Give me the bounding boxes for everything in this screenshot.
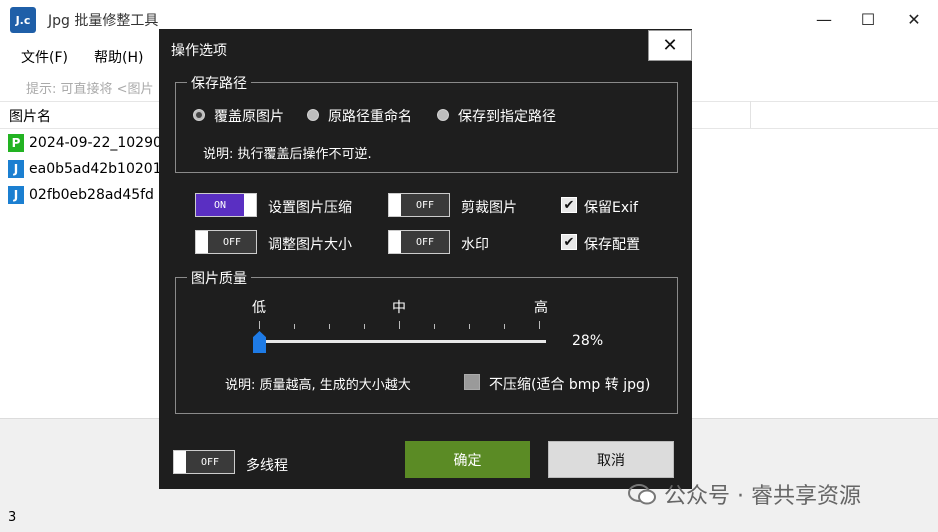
window-title: Jpg 批量修整工具 — [48, 13, 159, 29]
image-file-icon: P — [8, 134, 24, 152]
toggle-state: OFF — [415, 199, 435, 211]
file-row[interactable]: P 2024-09-22_10290 — [8, 132, 162, 154]
file-name: 02fb0eb28ad45fd — [29, 187, 154, 203]
radio-custom-path[interactable] — [437, 109, 449, 121]
quality-slider-track[interactable] — [262, 340, 546, 343]
image-file-icon: J — [8, 186, 24, 204]
save-config-label[interactable]: 保存配置 — [584, 234, 640, 254]
file-name: ea0b5ad42b10201 — [29, 161, 162, 177]
wechat-icon — [628, 484, 656, 505]
keep-exif-label[interactable]: 保留Exif — [584, 197, 638, 217]
maximize-button[interactable]: ☐ — [846, 4, 890, 34]
status-file-count: 3 — [8, 510, 17, 525]
toggle-knob — [174, 451, 186, 473]
radio-rename[interactable] — [307, 109, 319, 121]
menu-help[interactable]: 帮助(H) — [94, 47, 143, 67]
toggle-knob — [389, 194, 401, 216]
quality-mid-label: 中 — [392, 300, 406, 316]
file-row[interactable]: J 02fb0eb28ad45fd — [8, 184, 154, 206]
no-compress-checkbox[interactable] — [464, 374, 480, 390]
ok-button[interactable]: 确定 — [405, 441, 530, 478]
file-name: 2024-09-22_10290 — [29, 135, 162, 151]
toggle-knob — [389, 231, 401, 253]
slider-tick — [399, 321, 400, 329]
toggle-state: OFF — [200, 456, 220, 468]
watermark-overlay: 公众号 · 睿共享资源 — [628, 478, 861, 510]
save-path-group-label: 保存路径 — [187, 73, 251, 93]
watermark-toggle[interactable]: OFF — [388, 230, 450, 254]
hint-text: 提示: 可直接将 <图片 — [26, 82, 154, 97]
multithread-toggle[interactable]: OFF — [173, 450, 235, 474]
column-header-name[interactable]: 图片名 — [9, 106, 51, 126]
quality-note: 说明: 质量越高, 生成的大小越大 — [225, 378, 411, 393]
resize-label: 调整图片大小 — [268, 237, 352, 253]
slider-tick — [539, 321, 540, 329]
no-compress-label[interactable]: 不压缩(适合 bmp 转 jpg) — [489, 374, 650, 394]
toggle-state: OFF — [415, 236, 435, 248]
app-logo-icon: J.c — [10, 7, 36, 33]
multithread-label: 多线程 — [246, 458, 288, 474]
watermark-text: 公众号 · 睿共享资源 — [664, 484, 861, 509]
file-row[interactable]: J ea0b5ad42b10201 — [8, 158, 162, 180]
compress-toggle[interactable]: ON — [195, 193, 257, 217]
save-config-checkbox[interactable]: ✔ — [561, 234, 577, 250]
slider-tick — [294, 324, 295, 329]
cancel-button[interactable]: 取消 — [548, 441, 674, 478]
slider-tick — [434, 324, 435, 329]
keep-exif-checkbox[interactable]: ✔ — [561, 197, 577, 213]
check-icon: ✔ — [563, 234, 575, 250]
compress-label: 设置图片压缩 — [268, 200, 352, 216]
quality-low-label: 低 — [252, 300, 266, 316]
quality-group-label: 图片质量 — [187, 268, 251, 288]
minimize-button[interactable]: — — [802, 4, 846, 34]
slider-tick — [364, 324, 365, 329]
quality-high-label: 高 — [534, 300, 548, 316]
watermark-label: 水印 — [461, 237, 489, 253]
radio-rename-label[interactable]: 原路径重命名 — [328, 106, 412, 126]
slider-tick — [259, 321, 260, 329]
slider-tick — [329, 324, 330, 329]
check-icon: ✔ — [563, 197, 575, 213]
save-path-note: 说明: 执行覆盖后操作不可逆. — [203, 147, 372, 162]
slider-tick — [504, 324, 505, 329]
column-divider[interactable] — [750, 101, 751, 128]
slider-tick — [469, 324, 470, 329]
toggle-knob — [244, 194, 256, 216]
quality-value: 28% — [572, 333, 604, 349]
menu-file[interactable]: 文件(F) — [21, 47, 68, 67]
close-button[interactable]: ✕ — [892, 4, 936, 34]
crop-label: 剪裁图片 — [461, 200, 517, 216]
toggle-state: OFF — [222, 236, 242, 248]
radio-overwrite[interactable] — [193, 109, 205, 121]
dialog-close-button[interactable]: ✕ — [648, 30, 692, 61]
radio-custom-path-label[interactable]: 保存到指定路径 — [458, 106, 556, 126]
crop-toggle[interactable]: OFF — [388, 193, 450, 217]
toggle-knob — [196, 231, 208, 253]
toggle-state: ON — [213, 199, 227, 211]
resize-toggle[interactable]: OFF — [195, 230, 257, 254]
radio-overwrite-label[interactable]: 覆盖原图片 — [214, 106, 284, 126]
image-file-icon: J — [8, 160, 24, 178]
dialog-title: 操作选项 — [171, 43, 227, 59]
